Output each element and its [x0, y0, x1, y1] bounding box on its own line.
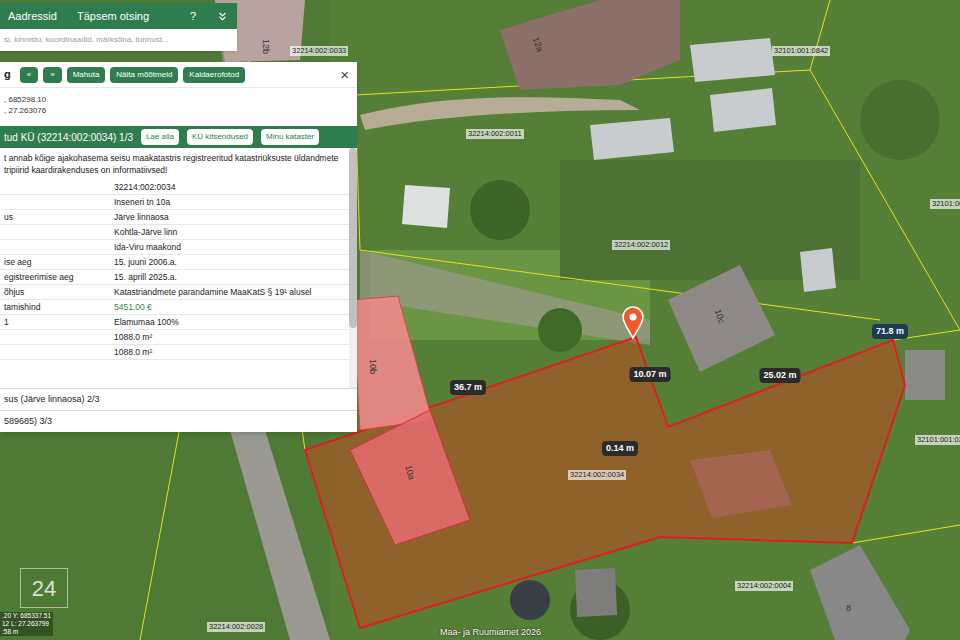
section-header[interactable]: tud KÜ (32214:002:0034) 1/3Lae allaKÜ ki… — [0, 126, 357, 148]
section-button[interactable]: Minu kataster — [261, 129, 319, 145]
help-button[interactable]: ? — [190, 8, 196, 25]
parcel-label: 32214:002:0004 — [735, 581, 793, 591]
building-label: 8 — [846, 604, 851, 613]
collapsed-section[interactable]: sus (Järve linnaosa) 2/3 — [0, 388, 357, 410]
table-row: Kohtla-Järve linn — [0, 225, 349, 240]
nav-button[interactable]: » — [43, 67, 61, 83]
search-box: Aadressid Täpsem otsing? si, kinnistu, koo… — [0, 3, 237, 51]
table-row: 32214:002:0034 — [0, 180, 349, 195]
close-button[interactable]: × — [340, 67, 353, 82]
measurement-label: 71.8 m — [872, 324, 908, 339]
table-row: Ida-Viru maakond — [0, 240, 349, 255]
toolbar-button[interactable]: Mahuta — [67, 67, 106, 83]
measurement-label: 10.07 m — [629, 367, 670, 382]
parcel-label: 32101:001:021 — [915, 435, 960, 445]
panel-toolbar: g « » MahutaNäita mõõtmeid Kaldaerofotod × — [0, 62, 357, 88]
parcel-label: 32101:001 — [930, 199, 960, 209]
table-row: 1088.0 m² — [0, 345, 349, 360]
info-panel: g « » MahutaNäita mõõtmeid Kaldaerofotod × , 6… — [0, 62, 357, 432]
notice: t annab kõige ajakohasema seisu maakatas… — [0, 148, 349, 180]
section-button[interactable]: Lae alla — [141, 129, 179, 145]
attribution: Maa- ja Ruumiamet 2026 — [440, 626, 541, 640]
table-row: Inseneri tn 10a — [0, 195, 349, 210]
measurement-label: 0.14 m — [602, 441, 638, 456]
collapsed-section[interactable]: 589685) 3/3 — [0, 410, 357, 432]
table-row: usJärve linnaosa — [0, 210, 349, 225]
table-row: tamishind5451.00 € — [0, 300, 349, 315]
info-table: 32214:002:0034Inseneri tn 10ausJärve lin… — [0, 180, 349, 360]
nav-button[interactable]: « — [20, 67, 38, 83]
scrollbar-thumb[interactable] — [349, 148, 357, 328]
table-row: ise aeg15. juuni 2006.a. — [0, 255, 349, 270]
location-pin-icon — [623, 307, 643, 338]
parcel-label: 32214:002:0034 — [568, 470, 626, 480]
collapse-icon[interactable] — [216, 10, 229, 23]
map-app: 12b12a10b10a10c832214:002:003332101:001:… — [0, 0, 960, 640]
building-label: 12b — [261, 39, 270, 54]
table-row: 1088.0 m² — [0, 330, 349, 345]
measurement-label: 25.02 m — [759, 368, 800, 383]
cursor-coordinates: .20 Y: 685337.5112 L: 27.263799:58 m — [0, 612, 53, 636]
coordinates: , 685298.10, 27.263076 — [0, 88, 357, 126]
address-tab[interactable]: Aadressid — [8, 8, 57, 25]
building-label: 10b — [368, 359, 377, 374]
advanced-search-tab[interactable]: Täpsem otsing — [77, 8, 149, 25]
parcel-label: 32214:002:0011 — [466, 129, 524, 139]
scrollbar[interactable] — [349, 148, 357, 388]
parcel-label: 32214:002:0012 — [612, 240, 670, 250]
section-button[interactable]: KÜ kitsendused — [187, 129, 253, 145]
table-row: õhjusKatastriandmete parandamine MaaKatS… — [0, 285, 349, 300]
search-input[interactable]: si, kinnistu, koordinaadid, märksõna, tu… — [0, 29, 237, 51]
panel-title: g — [4, 66, 11, 83]
parcel-label: 32214:002:0033 — [290, 46, 348, 56]
measurement-label: 36.7 m — [450, 380, 486, 395]
logo: 24 — [20, 568, 68, 608]
table-row: 1Elamumaa 100% — [0, 315, 349, 330]
toolbar-button[interactable]: Kaldaerofotod — [183, 67, 245, 83]
search-header: Aadressid Täpsem otsing? — [0, 3, 237, 29]
toolbar-button[interactable]: Näita mõõtmeid — [110, 67, 178, 83]
parcel-label: 32101:001:0842 — [772, 46, 830, 56]
table-row: egistreerimise aeg15. aprill 2025.a. — [0, 270, 349, 285]
parcel-label: 32214:002:0028 — [207, 622, 265, 632]
